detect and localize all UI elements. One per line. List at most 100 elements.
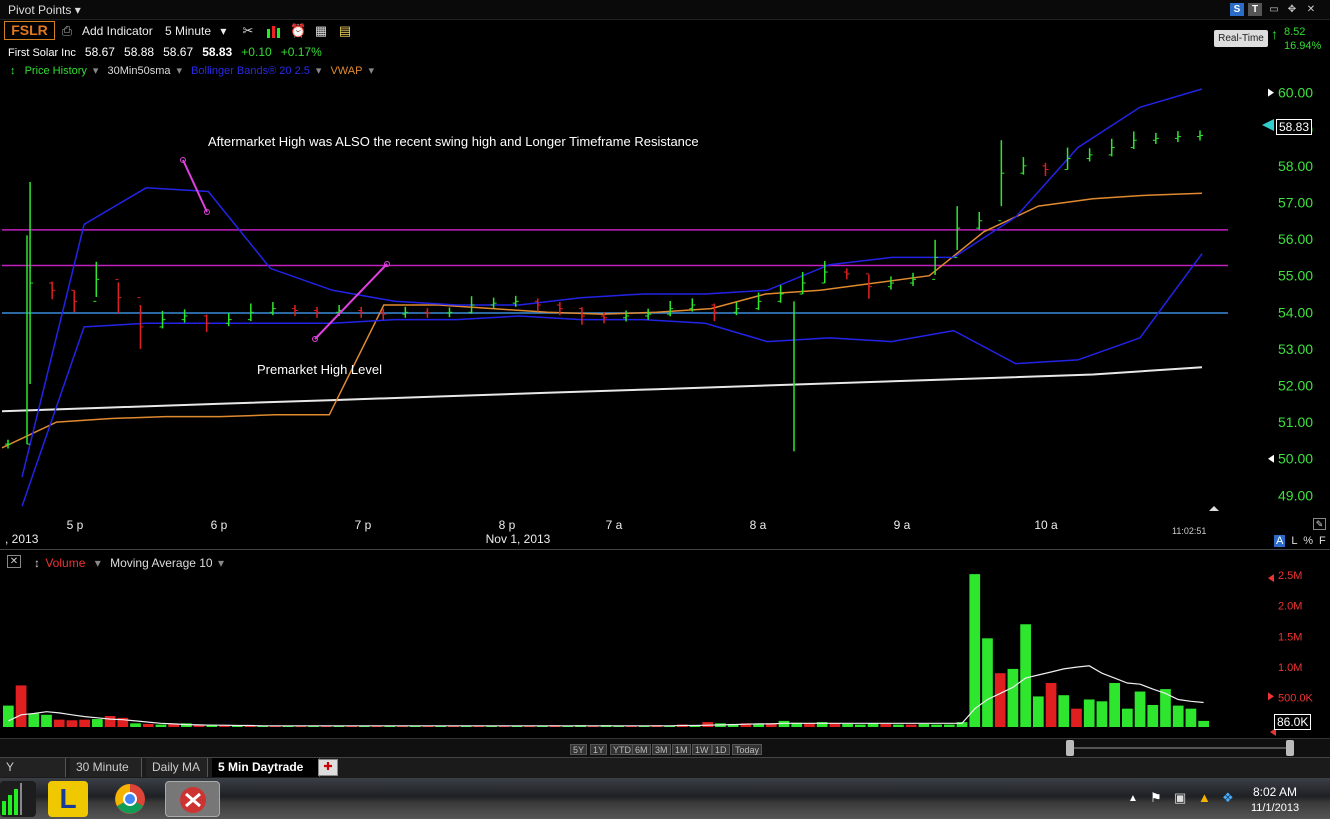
realtime-button[interactable]: Real-Time: [1214, 30, 1268, 47]
range-button-today[interactable]: Today: [732, 744, 763, 755]
sma-label[interactable]: 30Min50sma: [108, 65, 171, 77]
annotation-pointer-2: [314, 263, 388, 340]
range-button-1m[interactable]: 1M: [672, 744, 691, 755]
price-history-dropdown-icon[interactable]: ▾: [93, 65, 99, 77]
snipping-tool-icon[interactable]: [165, 781, 220, 817]
tray-flag-icon[interactable]: ⚑: [1150, 790, 1162, 806]
range-button-5y[interactable]: 5Y: [570, 744, 588, 755]
tray-drive-icon[interactable]: ▲: [1198, 790, 1211, 805]
open-value: 58.67: [84, 45, 115, 59]
tab-5-min-daytrade[interactable]: 5 Min Daytrade: [212, 758, 320, 777]
signal-bars-glyph: [2, 783, 22, 815]
window-title[interactable]: Pivot Points ▾: [8, 3, 81, 17]
realtime-value: 8.52: [1284, 26, 1306, 38]
alarm-icon[interactable]: ⏰: [290, 23, 306, 39]
chrome-icon[interactable]: [110, 781, 150, 817]
volume-bar-85: [1083, 699, 1095, 727]
scale-percent-button[interactable]: %: [1303, 535, 1313, 547]
chart-app: { "window": {"title": "Pivot Points", "t…: [0, 0, 1330, 819]
volume-bar-70: [893, 724, 904, 727]
volume-marker-icon-mid: [1268, 692, 1274, 701]
launcher-app-icon[interactable]: L: [48, 781, 88, 817]
move-icon[interactable]: ✥: [1285, 3, 1299, 16]
note-icon[interactable]: ▤: [337, 23, 353, 39]
minimize-icon[interactable]: ▭: [1267, 3, 1281, 16]
high-value: 58.88: [124, 45, 155, 59]
annotation-layer: [180, 157, 390, 342]
symbol-input[interactable]: FSLR: [4, 21, 55, 40]
volume-bar-4: [53, 719, 65, 727]
vwap-line: [1, 192, 1203, 449]
tab-y-volatility[interactable]: Y Volatility: [0, 758, 66, 792]
range-button-3m[interactable]: 3M: [652, 744, 671, 755]
range-slider-track[interactable]: [1074, 747, 1286, 749]
interval-select[interactable]: 5 Minute ▾: [165, 24, 226, 38]
tray-dropbox-icon[interactable]: ❖: [1222, 790, 1234, 806]
pane-divider[interactable]: [0, 549, 1330, 550]
time-label-7: 10 a: [1034, 518, 1058, 532]
add-indicator-button[interactable]: Add Indicator: [82, 24, 153, 38]
tab-daily-ma[interactable]: Daily MA: [146, 758, 208, 777]
price-tick-label-3: 57.00: [1278, 194, 1313, 210]
volume-bar-78: [994, 673, 1006, 727]
range-button-ytd[interactable]: YTD: [610, 744, 634, 755]
low-value: 58.67: [163, 45, 194, 59]
system-clock[interactable]: 8:02 AM 11/1/2013: [1245, 784, 1305, 816]
price-tick-label-9: 51.00: [1278, 414, 1313, 430]
vwap-dropdown-icon[interactable]: ▾: [368, 65, 374, 77]
vwap-label[interactable]: VWAP: [330, 65, 362, 77]
title-bar: Pivot Points ▾ S T ▭ ✥ ✕: [0, 0, 1330, 20]
sma-dropdown-icon[interactable]: ▾: [176, 65, 182, 77]
volume-bar-83: [1058, 695, 1070, 727]
annotation-pointer-1: [182, 159, 208, 213]
range-button-1d[interactable]: 1D: [712, 744, 730, 755]
volume-bar-87: [1109, 682, 1120, 727]
tray-device-icon[interactable]: ▣: [1174, 790, 1186, 806]
scale-fit-button[interactable]: F: [1319, 535, 1326, 547]
volume-marker-icon-top: [1268, 574, 1274, 583]
tab-30-minute[interactable]: 30 Minute: [70, 758, 142, 777]
new-tab-icon[interactable]: ✚: [318, 759, 338, 776]
last-volume-tag: 86.0K: [1274, 714, 1312, 730]
range-left-handle[interactable]: [1066, 740, 1074, 756]
change-value: +0.10: [241, 45, 272, 59]
s-badge-icon[interactable]: S: [1230, 3, 1244, 16]
clock-time: 8:02 AM: [1252, 785, 1298, 799]
calendar-icon[interactable]: ▦: [313, 23, 329, 39]
volume-bar-82: [1045, 682, 1057, 727]
volume-bar-86: [1096, 701, 1108, 727]
signal-app-icon[interactable]: [0, 781, 36, 817]
range-right-handle[interactable]: [1286, 740, 1294, 756]
t-badge-icon[interactable]: T: [1248, 3, 1262, 16]
bollinger-label[interactable]: Bollinger Bands® 20 2.5: [191, 65, 310, 77]
range-button-1w[interactable]: 1W: [692, 744, 712, 755]
scale-auto-button[interactable]: A: [1274, 535, 1286, 547]
volume-bar-94: [1198, 720, 1209, 727]
volume-bar-3: [41, 714, 52, 727]
bar-chart-icon[interactable]: [265, 23, 281, 39]
price-tick-label-4: 56.00: [1278, 231, 1313, 247]
price-history-label[interactable]: Price History: [25, 65, 87, 77]
print-icon[interactable]: ⎙: [59, 23, 75, 39]
volume-bar-10: [130, 723, 141, 727]
clock-date: 11/1/2013: [1250, 802, 1300, 814]
tools-icon[interactable]: ✂: [240, 23, 256, 39]
range-button-6m[interactable]: 6M: [632, 744, 651, 755]
tray-expand-icon[interactable]: ▲: [1128, 793, 1138, 804]
range-button-1y[interactable]: 1Y: [590, 744, 608, 755]
company-name: First Solar Inc: [8, 47, 76, 59]
volume-bar-73: [931, 724, 942, 727]
price-tick-label-11: 49.00: [1278, 487, 1313, 503]
volume-bar-88: [1121, 708, 1133, 727]
price-tick-label-0: 60.00: [1278, 85, 1313, 101]
time-label-0: 5 p: [67, 518, 84, 532]
volume-bar-76: [969, 574, 981, 727]
volume-bar-92: [1172, 705, 1184, 727]
draw-pencil-icon[interactable]: ✎: [1313, 518, 1326, 530]
bollinger-dropdown-icon[interactable]: ▾: [316, 65, 322, 77]
volume-chart[interactable]: 2.5M 2.0M 1.5M 1.0M 500.0K: [0, 552, 1330, 738]
price-history-arrows-icon[interactable]: ↕: [10, 65, 16, 77]
price-tick-label-10: 50.00: [1278, 451, 1313, 467]
close-icon[interactable]: ✕: [1304, 3, 1318, 16]
scale-log-button[interactable]: L: [1291, 535, 1297, 547]
